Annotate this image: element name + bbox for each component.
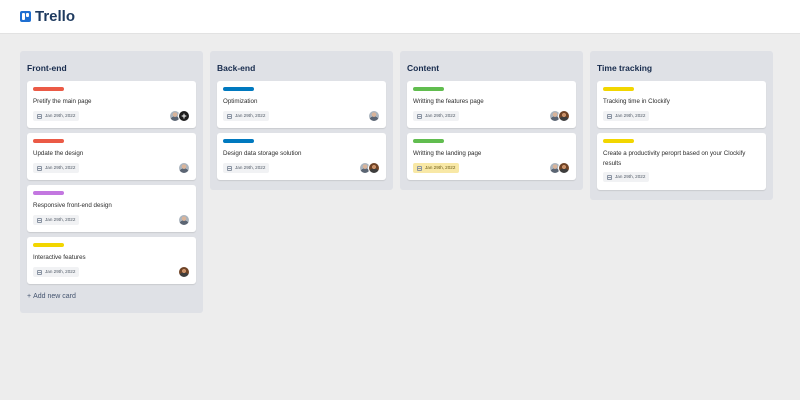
due-date: Jan 29th, 2022 [425,165,456,170]
card[interactable]: Interactive features Jan 29th, 2022 [27,237,196,284]
due-date: Jan 29th, 2022 [45,113,76,118]
due-date-badge[interactable]: Jan 29th, 2022 [33,163,80,173]
card-title: Optimization [223,98,258,105]
woman-avatar[interactable] [558,162,570,174]
card-label [413,139,444,143]
card-members [549,110,570,122]
add-member-icon[interactable]: + [178,110,190,122]
card-label [33,139,64,143]
card[interactable]: Design data storage solution Jan 29th, 2… [217,133,386,180]
card-members [368,110,380,122]
due-date: Jan 29th, 2022 [45,217,76,222]
man-avatar[interactable] [368,110,380,122]
card[interactable]: Tracking time in Clockify Jan 29th, 2022 [597,81,766,128]
card[interactable]: Responsive front-end design Jan 29th, 20… [27,185,196,232]
due-date: Jan 29th, 2022 [45,165,76,170]
app-name: Trello [35,8,76,25]
card-label [33,191,64,195]
due-date: Jan 29th, 2022 [615,174,646,179]
list-title[interactable]: Back-end [217,63,255,73]
calendar-icon [37,113,42,119]
calendar-icon [417,165,422,171]
woman-avatar[interactable] [368,162,380,174]
card-label [413,87,444,91]
calendar-icon [607,113,612,119]
woman-avatar[interactable] [558,110,570,122]
man-avatar[interactable] [178,162,190,174]
woman-avatar[interactable] [178,266,190,278]
card-label [223,139,254,143]
card-title: Create a productivity peroprt based on y… [603,150,746,167]
due-date-badge[interactable]: Jan 29th, 2022 [603,172,650,182]
due-date-badge[interactable]: Jan 29th, 2022 [33,215,80,225]
list-title[interactable]: Time tracking [597,63,652,73]
card-label [223,87,254,91]
due-date-badge[interactable]: Jan 29th, 2022 [413,111,460,121]
due-date-badge-highlighted[interactable]: Jan 29th, 2022 [413,163,460,173]
due-date: Jan 29th, 2022 [235,165,266,170]
card-members [359,162,380,174]
calendar-icon [37,217,42,223]
card-label [603,87,634,91]
list-title[interactable]: Content [407,63,439,73]
card-label [603,139,634,143]
card[interactable]: Writting the landing page Jan 29th, 2022 [407,133,576,180]
card-title: Pretify the main page [33,98,92,105]
due-date: Jan 29th, 2022 [615,113,646,118]
card[interactable]: Optimization Jan 29th, 2022 [217,81,386,128]
due-date: Jan 29th, 2022 [45,269,76,274]
due-date-badge[interactable]: Jan 29th, 2022 [223,111,270,121]
calendar-icon [227,165,232,171]
card-members [178,214,190,226]
due-date-badge[interactable]: Jan 29th, 2022 [33,267,80,277]
plus-icon: + [27,293,32,300]
trello-logo-icon [20,11,31,22]
card[interactable]: Pretify the main page Jan 29th, 2022 + [27,81,196,128]
card-members [178,162,190,174]
add-new-card-label: Add new card [33,293,76,300]
top-bar: Trello [0,0,800,34]
due-date-badge[interactable]: Jan 29th, 2022 [33,111,80,121]
list-front-end: Front-end Pretify the main page Jan 29th… [20,51,203,313]
card-members [178,266,190,278]
card-label [33,243,64,247]
card[interactable]: Create a productivity peroprt based on y… [597,133,766,190]
list-title[interactable]: Front-end [27,63,67,73]
card-label [33,87,64,91]
card-title: Responsive front-end design [33,202,112,209]
card[interactable]: Update the design Jan 29th, 2022 [27,133,196,180]
due-date-badge[interactable]: Jan 29th, 2022 [603,111,650,121]
due-date: Jan 29th, 2022 [235,113,266,118]
card-members [549,162,570,174]
add-new-card-button[interactable]: + Add new card [27,293,76,300]
calendar-icon [37,269,42,275]
card-members: + [169,110,190,122]
calendar-icon [417,113,422,119]
calendar-icon [607,174,612,180]
trello-logo[interactable]: Trello [20,8,75,25]
due-date-badge[interactable]: Jan 29th, 2022 [223,163,270,173]
card[interactable]: Writting the features page Jan 29th, 202… [407,81,576,128]
list-content: Content Writting the features page Jan 2… [400,51,583,190]
card-title: Interactive features [33,254,86,261]
calendar-icon [37,165,42,171]
card-title: Tracking time in Clockify [603,98,670,105]
card-title: Update the design [33,150,84,157]
list-back-end: Back-end Optimization Jan 29th, 2022 Des… [210,51,393,190]
list-time-tracking: Time tracking Tracking time in Clockify … [590,51,773,200]
due-date: Jan 29th, 2022 [425,113,456,118]
calendar-icon [227,113,232,119]
card-title: Writting the landing page [413,150,482,157]
card-title: Writting the features page [413,98,484,105]
man-avatar[interactable] [178,214,190,226]
card-title: Design data storage solution [223,150,302,157]
